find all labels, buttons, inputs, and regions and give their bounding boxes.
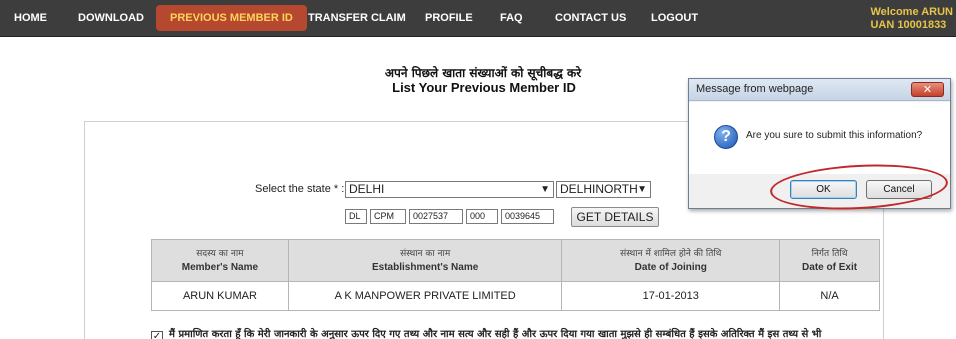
nav-download[interactable]: DOWNLOAD <box>78 0 144 37</box>
header-english: Member's Name <box>181 261 259 273</box>
header-english: Date of Exit <box>802 261 858 273</box>
extension-code-field[interactable]: 000 <box>466 209 498 224</box>
office-code-field[interactable]: CPM <box>370 209 406 224</box>
chevron-down-icon: ▼ <box>637 184 647 195</box>
cell-date-of-exit: N/A <box>779 281 880 311</box>
header-members-name: सदस्य का नाम Member's Name <box>151 239 289 282</box>
close-icon[interactable]: ✕ <box>911 82 944 97</box>
cell-date-of-joining: 17-01-2013 <box>561 281 781 311</box>
nav-logout[interactable]: LOGOUT <box>651 0 698 37</box>
header-english: Date of Joining <box>634 261 707 273</box>
declaration-text: मैं प्रमाणित करता हूँ कि मेरी जानकारी के… <box>169 329 822 339</box>
uan-text: UAN 10001833 <box>870 19 947 31</box>
question-icon: ? <box>714 125 738 149</box>
dialog-title-bar: Message from webpage ✕ <box>689 79 950 101</box>
header-hindi: निर्गत तिथि <box>811 248 848 259</box>
nav-contact-us[interactable]: CONTACT US <box>555 0 626 37</box>
declaration-row: ✓ मैं प्रमाणित करता हूँ कि मेरी जानकारी क… <box>151 326 880 339</box>
dialog-message: Are you sure to submit this information? <box>746 130 923 141</box>
region-code-field[interactable]: DL <box>345 209 367 224</box>
cell-member-name: ARUN KUMAR <box>151 281 289 311</box>
header-hindi: संस्थान का नाम <box>400 248 451 259</box>
cell-establishment-name: A K MANPOWER PRIVATE LIMITED <box>287 281 563 311</box>
get-details-button[interactable]: GET DETAILS <box>571 207 659 227</box>
nav-faq[interactable]: FAQ <box>500 0 523 37</box>
top-nav-bar: HOME DOWNLOAD PREVIOUS MEMBER ID TRANSFE… <box>0 0 956 37</box>
state-select[interactable]: DELHI ▼ <box>345 181 554 198</box>
header-hindi: सदस्य का नाम <box>196 248 244 259</box>
welcome-text: Welcome ARUN <box>870 6 953 18</box>
welcome-block: Welcome ARUN UAN 10001833 <box>870 6 953 32</box>
nav-profile[interactable]: PROFILE <box>425 0 473 37</box>
header-establishment-name: संस्थान का नाम Establishment's Name <box>287 239 563 282</box>
header-date-of-exit: निर्गत तिथि Date of Exit <box>779 239 880 282</box>
nav-home[interactable]: HOME <box>14 0 47 37</box>
establishment-code-field[interactable]: 0027537 <box>409 209 463 224</box>
nav-transfer-claim[interactable]: TRANSFER CLAIM <box>308 0 406 37</box>
office-select-value: DELHINORTH <box>560 182 638 196</box>
state-label: Select the state * : <box>255 183 345 195</box>
office-select[interactable]: DELHINORTH ▼ <box>556 181 651 198</box>
member-details-table: सदस्य का नाम Member's Name संस्थान का ना… <box>151 239 880 311</box>
declaration-checkbox[interactable]: ✓ <box>151 331 163 339</box>
chevron-down-icon: ▼ <box>540 184 550 195</box>
header-english: Establishment's Name <box>371 261 479 273</box>
table-row: ARUN KUMAR A K MANPOWER PRIVATE LIMITED … <box>151 281 880 311</box>
nav-previous-member-id[interactable]: PREVIOUS MEMBER ID <box>156 5 307 31</box>
header-date-of-joining: संस्थान में शामिल होने की तिथि Date of J… <box>561 239 781 282</box>
header-hindi: संस्थान में शामिल होने की तिथि <box>620 248 722 259</box>
account-number-field[interactable]: 0039645 <box>501 209 554 224</box>
state-select-value: DELHI <box>349 182 385 196</box>
dialog-title: Message from webpage <box>696 83 814 95</box>
